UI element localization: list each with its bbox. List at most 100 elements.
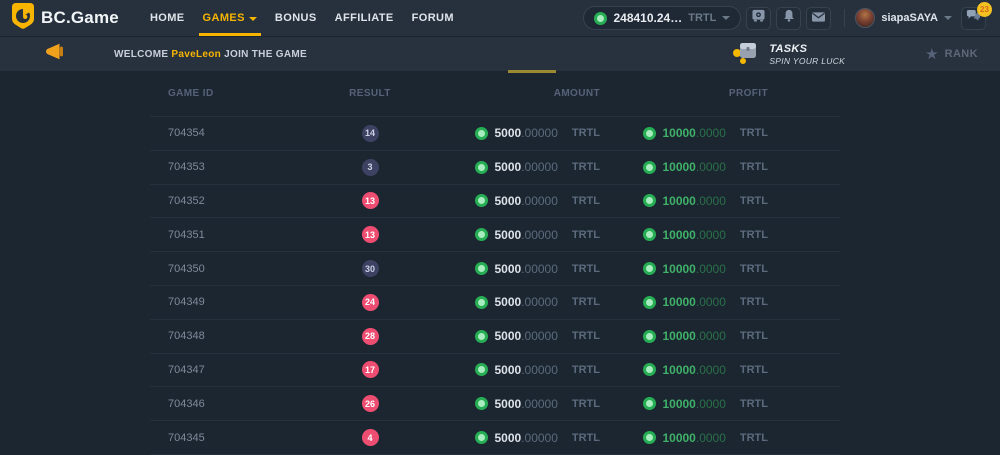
currency-label: TRTL: [572, 161, 600, 173]
divider: [844, 9, 845, 27]
result-cell: 13: [305, 192, 435, 209]
trtl-coin-icon: [475, 127, 488, 140]
nav-item-forum[interactable]: FORUM: [403, 0, 463, 36]
notifications-button[interactable]: [776, 7, 801, 30]
profit-cell: 10000.0000 TRTL: [640, 262, 840, 276]
result-badge: 17: [362, 361, 379, 378]
trtl-coin-icon: [643, 161, 656, 174]
table-row[interactable]: 704348 28 5000.00000 TRTL 10000.0000 TRT…: [150, 320, 840, 354]
brand-logo[interactable]: BC.Game: [12, 3, 119, 34]
currency-label: TRTL: [740, 195, 768, 207]
result-badge: 4: [362, 429, 379, 446]
trtl-coin-icon: [475, 296, 488, 309]
result-badge: 13: [362, 226, 379, 243]
chevron-down-icon: [944, 16, 952, 20]
avatar: [855, 8, 875, 28]
table-body: 704354 14 5000.00000 TRTL 10000.0000 TRT…: [150, 117, 840, 455]
rank-label: RANK: [945, 48, 978, 60]
balance-amount: 248410.24…: [613, 11, 682, 25]
trtl-coin-icon: [475, 262, 488, 275]
amount-cell: 5000.00000 TRTL: [435, 363, 640, 377]
profit-cell: 10000.0000 TRTL: [640, 397, 840, 411]
game-id-cell: 704353: [150, 161, 305, 173]
nav-item-label: AFFILIATE: [335, 12, 394, 24]
game-id-cell: 704351: [150, 229, 305, 241]
rank-widget[interactable]: ★ RANK: [925, 47, 978, 62]
trtl-coin-icon: [643, 330, 656, 343]
nav-item-bonus[interactable]: BONUS: [266, 0, 326, 36]
currency-label: TRTL: [572, 398, 600, 410]
result-cell: 28: [305, 328, 435, 345]
bell-icon: [783, 9, 795, 27]
result-badge: 28: [362, 328, 379, 345]
result-badge: 3: [362, 159, 379, 176]
amount-cell: 5000.00000 TRTL: [435, 262, 640, 276]
table-row[interactable]: 704350 30 5000.00000 TRTL 10000.0000 TRT…: [150, 252, 840, 286]
result-badge: 13: [362, 192, 379, 209]
profit-cell: 10000.0000 TRTL: [640, 228, 840, 242]
nav-item-affiliate[interactable]: AFFILIATE: [326, 0, 403, 36]
result-cell: 30: [305, 260, 435, 277]
username: siapaSAYA: [881, 12, 938, 24]
result-cell: 4: [305, 429, 435, 446]
game-id-cell: 704346: [150, 398, 305, 410]
trtl-coin-icon: [643, 296, 656, 309]
currency-label: TRTL: [572, 229, 600, 241]
profit-cell: 10000.0000 TRTL: [640, 126, 840, 140]
nav-item-label: BONUS: [275, 12, 317, 24]
messages-button[interactable]: [806, 7, 831, 30]
game-id-cell: 704352: [150, 195, 305, 207]
currency-label: TRTL: [572, 432, 600, 444]
currency-label: TRTL: [572, 330, 600, 342]
result-badge: 30: [362, 260, 379, 277]
bcgame-logo-icon: [12, 3, 34, 34]
tasks-subtitle: SPIN YOUR LUCK: [769, 56, 845, 66]
vault-button[interactable]: [746, 7, 771, 30]
currency-label: TRTL: [572, 195, 600, 207]
star-icon: ★: [925, 47, 938, 62]
profit-cell: 10000.0000 TRTL: [640, 295, 840, 309]
amount-cell: 5000.00000 TRTL: [435, 194, 640, 208]
table-row[interactable]: 704351 13 5000.00000 TRTL 10000.0000 TRT…: [150, 218, 840, 252]
game-id-cell: 704350: [150, 263, 305, 275]
amount-cell: 5000.00000 TRTL: [435, 126, 640, 140]
result-cell: 17: [305, 361, 435, 378]
currency-label: TRTL: [740, 364, 768, 376]
trtl-coin-icon: [475, 330, 488, 343]
main-nav: HOME GAMES BONUS AFFILIATE FORUM: [141, 0, 463, 36]
nav-item-home[interactable]: HOME: [141, 0, 194, 36]
user-menu[interactable]: siapaSAYA: [855, 8, 952, 28]
result-cell: 13: [305, 226, 435, 243]
result-cell: 24: [305, 294, 435, 311]
game-id-cell: 704349: [150, 296, 305, 308]
currency-label: TRTL: [572, 127, 600, 139]
amount-cell: 5000.00000 TRTL: [435, 295, 640, 309]
result-cell: 14: [305, 125, 435, 142]
table-row[interactable]: 704347 17 5000.00000 TRTL 10000.0000 TRT…: [150, 354, 840, 388]
tasks-chest-icon: [732, 40, 760, 69]
table-row[interactable]: 704345 4 5000.00000 TRTL 10000.0000 TRTL: [150, 421, 840, 455]
page: BC.Game HOME GAMES BONUS AFFILIATE FORUM…: [0, 0, 1000, 455]
amount-cell: 5000.00000 TRTL: [435, 160, 640, 174]
table-row[interactable]: 704346 26 5000.00000 TRTL 10000.0000 TRT…: [150, 387, 840, 421]
trtl-coin-icon: [643, 431, 656, 444]
table-row[interactable]: 704354 14 5000.00000 TRTL 10000.0000 TRT…: [150, 117, 840, 151]
vault-icon: [752, 9, 765, 27]
tasks-widget[interactable]: TASKS SPIN YOUR LUCK: [732, 40, 845, 69]
nav-item-games[interactable]: GAMES: [194, 0, 266, 36]
chat-button[interactable]: 23: [961, 7, 986, 30]
result-cell: 26: [305, 395, 435, 412]
brand-name: BC.Game: [41, 8, 119, 28]
result-badge: 14: [362, 125, 379, 142]
table-row[interactable]: 704352 13 5000.00000 TRTL 10000.0000 TRT…: [150, 185, 840, 219]
game-id-cell: 704345: [150, 432, 305, 444]
table-row[interactable]: 704349 24 5000.00000 TRTL 10000.0000 TRT…: [150, 286, 840, 320]
amount-cell: 5000.00000 TRTL: [435, 228, 640, 242]
trtl-coin-icon: [643, 363, 656, 376]
table-row[interactable]: 704353 3 5000.00000 TRTL 10000.0000 TRTL: [150, 151, 840, 185]
welcome-username: PaveLeon: [171, 49, 221, 60]
currency-label: TRTL: [572, 364, 600, 376]
chevron-down-icon: [249, 17, 257, 21]
balance-selector[interactable]: 248410.24… TRTL: [583, 6, 741, 30]
trtl-coin-icon: [475, 431, 488, 444]
